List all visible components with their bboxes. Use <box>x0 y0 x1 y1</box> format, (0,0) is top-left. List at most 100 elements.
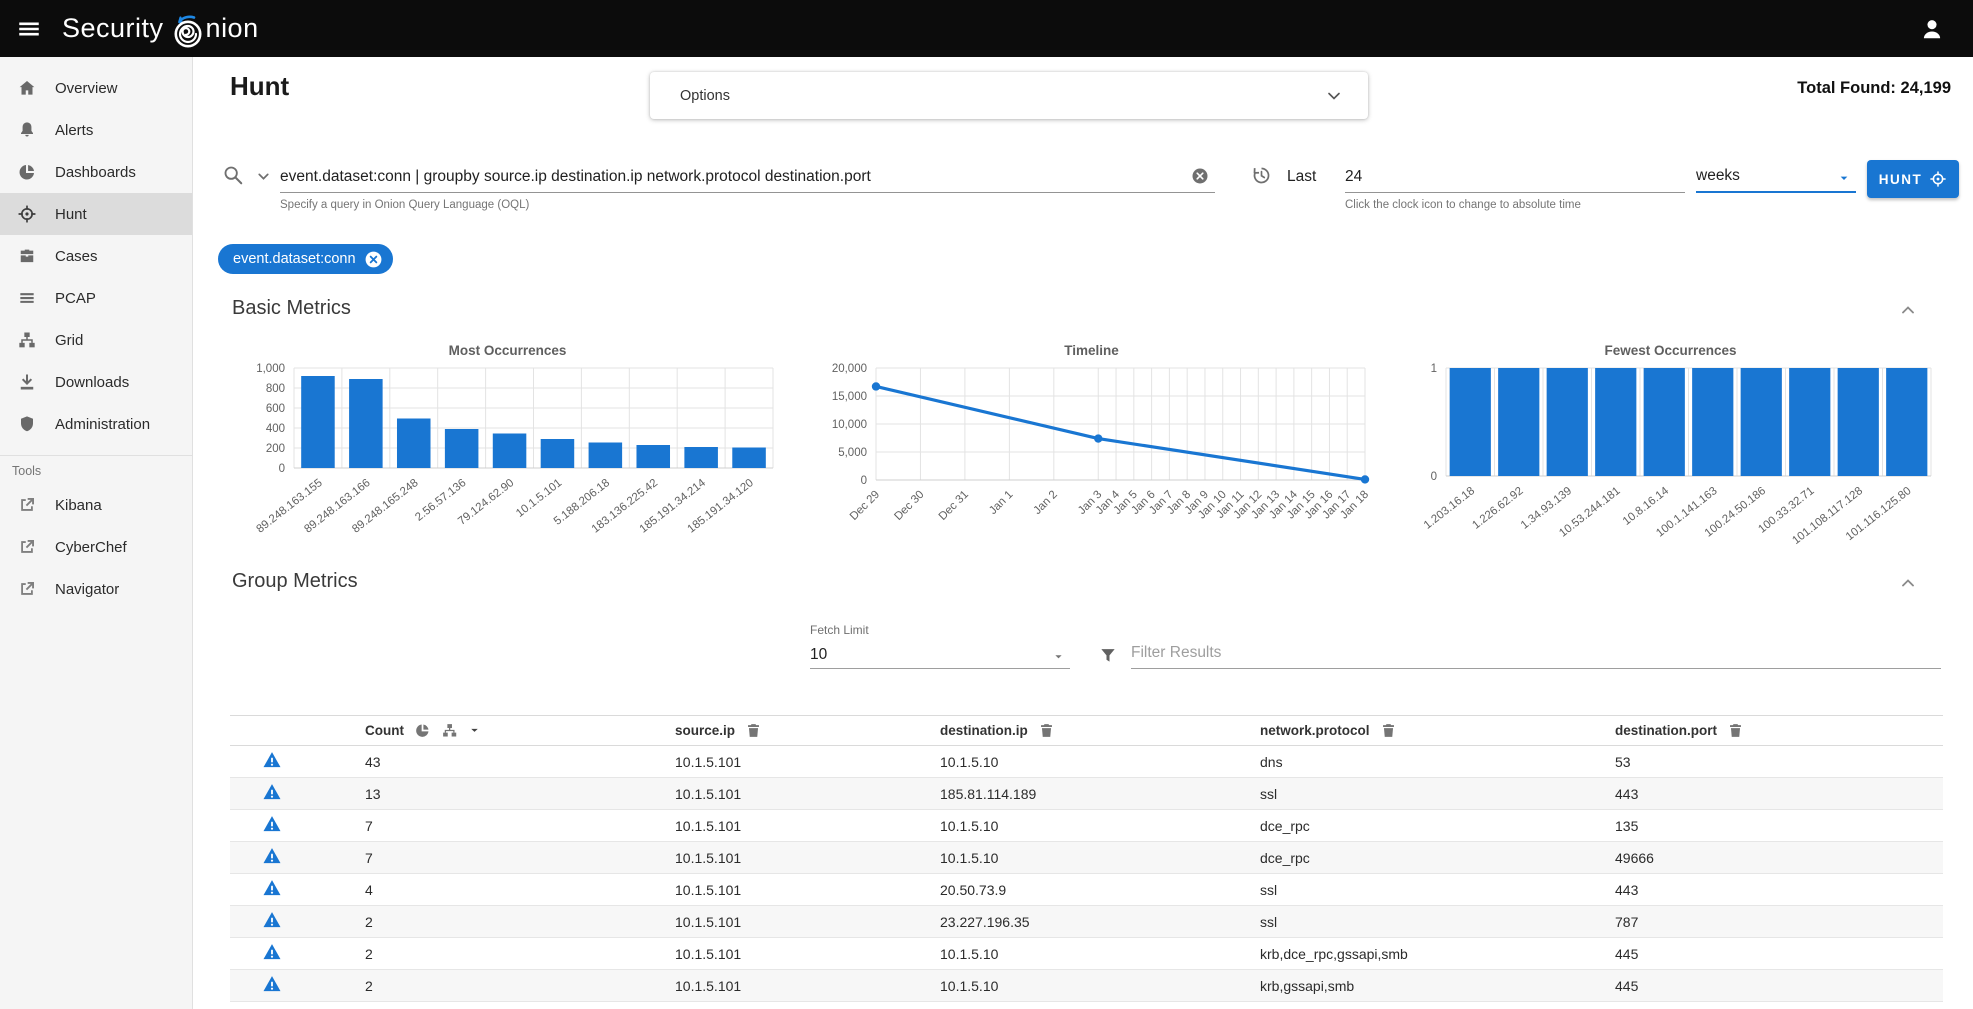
column-header-destination-port[interactable]: destination.port <box>1615 716 1943 746</box>
table-row[interactable]: 210.1.5.10110.1.5.10krb,gssapi,smb445 <box>230 970 1943 1002</box>
fetch-limit-label: Fetch Limit <box>810 623 869 637</box>
sidebar-item-administration[interactable]: Administration <box>0 403 192 445</box>
svg-text:0: 0 <box>279 463 285 475</box>
source-ip-header-label: source.ip <box>675 723 735 738</box>
fetch-limit-select[interactable]: 10 <box>810 641 1070 669</box>
charts-row: Most Occurrences 02004006008001,00089.24… <box>230 343 1943 575</box>
table-row[interactable]: 1310.1.5.101185.81.114.189ssl443 <box>230 778 1943 810</box>
sidebar-tool-navigator[interactable]: Navigator <box>0 568 192 610</box>
download-icon <box>17 372 37 392</box>
chart-most-occurrences: Most Occurrences 02004006008001,00089.24… <box>230 343 785 575</box>
caret-down-icon[interactable] <box>468 724 481 737</box>
sidebar-item-dashboards[interactable]: Dashboards <box>0 151 192 193</box>
table-row[interactable]: 210.1.5.10123.227.196.35ssl787 <box>230 906 1943 938</box>
table-cell: 10.1.5.10 <box>940 938 1260 970</box>
sidebar-item-cases[interactable]: Cases <box>0 235 192 277</box>
sidebar-item-pcap[interactable]: PCAP <box>0 277 192 319</box>
svg-text:Dec 31: Dec 31 <box>937 489 971 523</box>
filter-results-input[interactable] <box>1131 637 1941 669</box>
column-header-count[interactable]: Count <box>365 716 675 746</box>
tools-section-label: Tools <box>0 464 192 478</box>
query-input[interactable] <box>280 161 1215 193</box>
sidebar-tools-nav: Kibana CyberChef Navigator <box>0 484 192 610</box>
sidebar-item-alerts[interactable]: Alerts <box>0 109 192 151</box>
trash-icon[interactable] <box>1038 722 1055 739</box>
trash-icon[interactable] <box>1727 722 1744 739</box>
table-row[interactable]: 210.1.5.10110.1.5.10krb,dce_rpc,gssapi,s… <box>230 938 1943 970</box>
table-row[interactable]: 710.1.5.10110.1.5.10dce_rpc135 <box>230 810 1943 842</box>
chevron-down-icon[interactable] <box>1324 86 1344 106</box>
warning-triangle-icon[interactable] <box>262 942 282 962</box>
svg-text:1.203.16.18: 1.203.16.18 <box>1422 485 1477 532</box>
options-panel-toggle[interactable]: Options <box>650 72 1368 119</box>
shield-icon <box>17 414 37 434</box>
warning-triangle-icon[interactable] <box>262 910 282 930</box>
hunt-button[interactable]: HUNT <box>1867 160 1959 198</box>
table-cell: 445 <box>1615 938 1943 970</box>
query-hint: Specify a query in Onion Query Language … <box>280 199 529 211</box>
menu-icon[interactable] <box>16 16 42 42</box>
table-row[interactable]: 410.1.5.10120.50.73.9ssl443 <box>230 874 1943 906</box>
basic-metrics-collapse-icon[interactable] <box>1898 300 1918 320</box>
count-header-label: Count <box>365 723 404 738</box>
logo-text-security: Security <box>62 13 164 44</box>
table-cell: krb,dce_rpc,gssapi,smb <box>1260 938 1615 970</box>
sidebar-tool-label: Navigator <box>55 581 119 598</box>
filter-chip[interactable]: event.dataset:conn <box>218 244 393 274</box>
most-occurrences-plot: 02004006008001,00089.248.163.15589.248.1… <box>230 360 785 567</box>
chart-fewest-occurrences: Fewest Occurrences 011.203.16.181.226.62… <box>1398 343 1943 575</box>
column-header-network-protocol[interactable]: network.protocol <box>1260 716 1615 746</box>
sidebar-item-label: Overview <box>55 80 118 97</box>
sidebar-tool-cyberchef[interactable]: CyberChef <box>0 526 192 568</box>
lines-icon <box>17 288 37 308</box>
table-cell: dce_rpc <box>1260 810 1615 842</box>
sidebar-item-hunt[interactable]: Hunt <box>0 193 192 235</box>
table-row[interactable]: 4310.1.5.10110.1.5.10dns53 <box>230 746 1943 778</box>
sidebar-divider <box>0 455 192 456</box>
external-link-icon <box>17 579 37 599</box>
sidebar-item-downloads[interactable]: Downloads <box>0 361 192 403</box>
chip-close-icon[interactable] <box>364 250 383 269</box>
crosshair-icon <box>1929 170 1947 188</box>
pie-chart-toggle-icon[interactable] <box>414 722 431 739</box>
query-history-chevron-icon[interactable] <box>255 168 272 185</box>
sidebar-tool-label: Kibana <box>55 497 102 514</box>
briefcase-icon <box>17 246 37 266</box>
trash-icon[interactable] <box>745 722 762 739</box>
warning-triangle-icon[interactable] <box>262 974 282 994</box>
table-cell: 10.1.5.101 <box>675 810 940 842</box>
last-label: Last <box>1287 168 1316 186</box>
table-cell: 2 <box>365 906 675 938</box>
time-unit-select[interactable]: weeks <box>1696 161 1856 193</box>
sidebar-tool-label: CyberChef <box>55 539 127 556</box>
app-logo[interactable]: Security nion <box>62 11 259 47</box>
time-hint: Click the clock icon to change to absolu… <box>1345 199 1581 211</box>
user-icon[interactable] <box>1919 16 1945 42</box>
duration-input[interactable] <box>1345 161 1685 193</box>
table-row[interactable]: 710.1.5.10110.1.5.10dce_rpc49666 <box>230 842 1943 874</box>
sidebar-item-overview[interactable]: Overview <box>0 67 192 109</box>
table-cell: 10.1.5.101 <box>675 938 940 970</box>
warning-triangle-icon[interactable] <box>262 782 282 802</box>
trash-icon[interactable] <box>1380 722 1397 739</box>
history-clock-icon[interactable] <box>1251 165 1272 186</box>
sidebar-tool-kibana[interactable]: Kibana <box>0 484 192 526</box>
column-header-source-ip[interactable]: source.ip <box>675 716 940 746</box>
table-cell: 443 <box>1615 778 1943 810</box>
svg-text:15,000: 15,000 <box>832 391 867 403</box>
warning-triangle-icon[interactable] <box>262 750 282 770</box>
search-icon <box>222 164 244 186</box>
sidebar-item-grid[interactable]: Grid <box>0 319 192 361</box>
group-metrics-collapse-icon[interactable] <box>1898 573 1918 593</box>
table-cell: dns <box>1260 746 1615 778</box>
svg-text:0: 0 <box>1431 471 1437 483</box>
clear-query-icon[interactable] <box>1191 167 1209 185</box>
top-bar: Security nion <box>0 0 1973 57</box>
warning-triangle-icon[interactable] <box>262 814 282 834</box>
sidebar-item-label: Hunt <box>55 206 87 223</box>
group-by-icon[interactable] <box>441 722 458 739</box>
table-cell: 53 <box>1615 746 1943 778</box>
column-header-destination-ip[interactable]: destination.ip <box>940 716 1260 746</box>
warning-triangle-icon[interactable] <box>262 878 282 898</box>
warning-triangle-icon[interactable] <box>262 846 282 866</box>
